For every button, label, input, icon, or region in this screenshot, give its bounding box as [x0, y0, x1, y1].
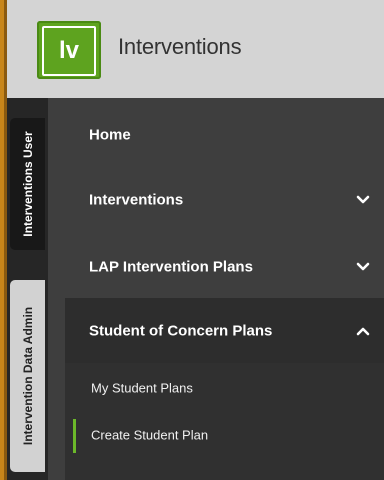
logo-text: lv — [42, 26, 96, 76]
submenu-item-label: Create Student Plan — [91, 427, 209, 443]
chevron-up-icon[interactable] — [356, 326, 370, 336]
app-window: lv Interventions Interventions User Inte… — [0, 0, 384, 480]
nav-item-label: LAP Intervention Plans — [89, 258, 253, 275]
app-header: lv Interventions — [0, 0, 384, 98]
chevron-down-icon[interactable] — [356, 262, 370, 272]
chevron-down-icon[interactable] — [356, 195, 370, 205]
app-title: Interventions — [118, 34, 242, 59]
app-logo[interactable]: lv — [37, 21, 101, 79]
tab-interventions-user[interactable]: Interventions User — [10, 118, 45, 250]
submenu-item-create-student-plan[interactable]: Create Student Plan — [65, 413, 384, 457]
nav-item-interventions[interactable]: Interventions — [48, 167, 384, 232]
sidebar-nav: Home Interventions LAP Intervention Plan… — [48, 98, 384, 480]
nav-item-student-of-concern-plans[interactable]: Student of Concern Plans — [65, 298, 384, 363]
window-edge-accent — [0, 0, 7, 480]
student-of-concern-submenu: My Student Plans Create Student Plan — [65, 363, 384, 480]
vertical-tab-rail: Interventions User Intervention Data Adm… — [7, 98, 48, 480]
submenu-item-label: My Student Plans — [91, 380, 193, 396]
tab-label: Interventions User — [20, 131, 35, 237]
nav-item-lap-intervention-plans[interactable]: LAP Intervention Plans — [48, 234, 384, 299]
nav-item-label: Interventions — [89, 191, 184, 208]
nav-item-label: Home — [89, 126, 131, 143]
submenu-item-my-student-plans[interactable]: My Student Plans — [65, 366, 384, 410]
nav-item-label: Student of Concern Plans — [89, 322, 273, 339]
tab-intervention-data-admin[interactable]: Intervention Data Admin — [10, 280, 45, 472]
nav-item-home[interactable]: Home — [48, 102, 384, 167]
active-indicator — [73, 419, 76, 453]
tab-label: Intervention Data Admin — [20, 306, 35, 446]
